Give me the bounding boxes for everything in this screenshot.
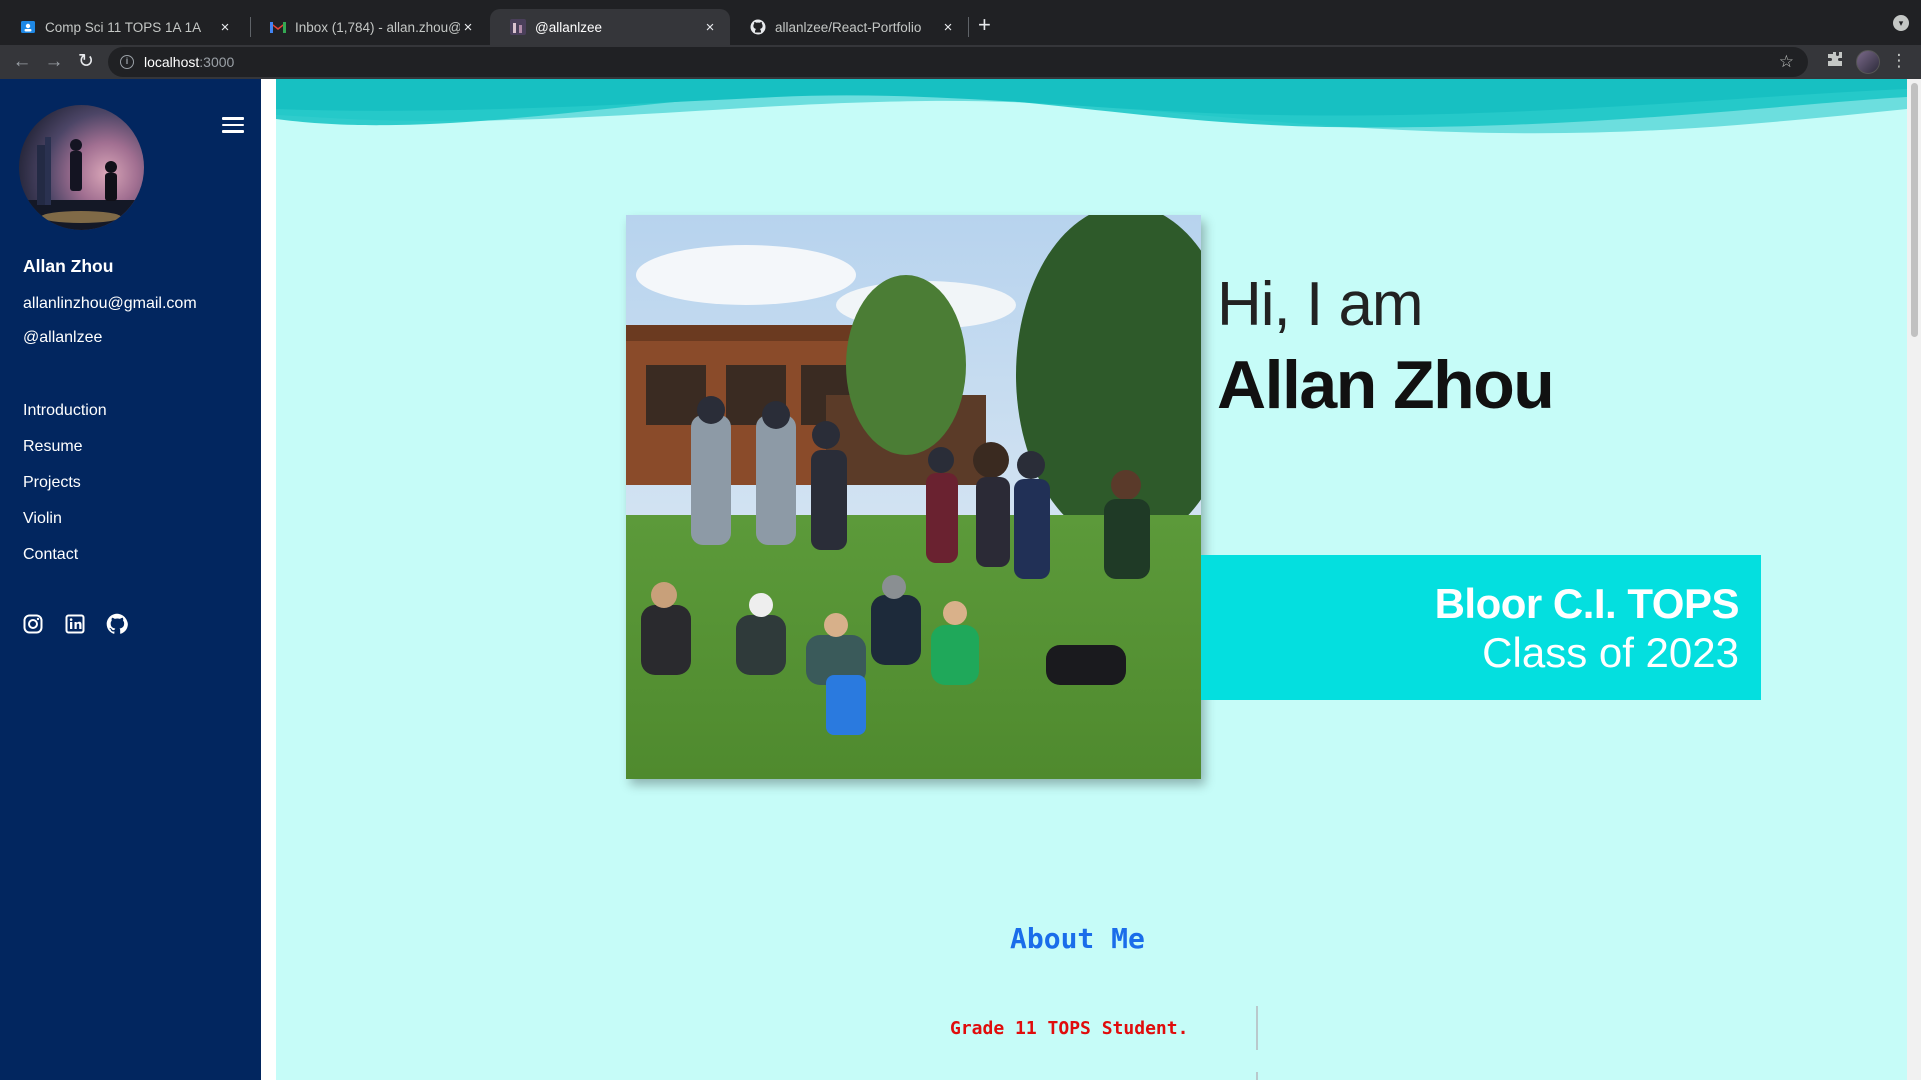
sidebar-gutter	[261, 79, 276, 1080]
tab-classroom[interactable]: Comp Sci 11 TOPS 1A 1A ×	[0, 9, 245, 45]
hero-group-photo	[626, 215, 1201, 779]
sidebar-nav: Introduction Resume Projects Violin Cont…	[23, 401, 107, 581]
profile-email[interactable]: allanlinzhou@gmail.com	[23, 295, 197, 313]
tab-title: @allanlzee	[535, 19, 602, 35]
reload-icon[interactable]: ↻	[74, 50, 98, 74]
profile-handle[interactable]: @allanlzee	[23, 329, 102, 347]
page-scrollbar[interactable]	[1907, 79, 1921, 1080]
browser-tab-strip: Comp Sci 11 TOPS 1A 1A × Inbox (1,784) -…	[0, 0, 1921, 45]
class-year: Class of 2023	[1482, 629, 1739, 676]
tab-title: allanlzee/React-Portfolio	[775, 19, 922, 35]
gmail-icon	[270, 19, 286, 35]
profile-name: Allan Zhou	[23, 256, 114, 276]
tab-search-icon[interactable]: ▾	[1893, 15, 1909, 31]
bookmark-star-icon[interactable]: ☆	[1779, 52, 1794, 72]
menu-kebab-icon[interactable]: ⋮	[1888, 51, 1910, 71]
school-banner: Bloor C.I. TOPS Class of 2023	[1201, 555, 1761, 700]
profile-avatar[interactable]	[1856, 50, 1880, 74]
instagram-icon[interactable]	[22, 613, 44, 635]
classroom-icon	[20, 19, 36, 35]
sidebar-item-projects[interactable]: Projects	[23, 473, 107, 509]
new-tab-button[interactable]: +	[978, 13, 991, 37]
timeline-divider	[1256, 1006, 1258, 1050]
school-name: Bloor C.I. TOPS	[1434, 580, 1740, 627]
wave-header	[276, 79, 1907, 134]
close-icon[interactable]: ×	[940, 19, 956, 36]
about-me-heading: About Me	[1010, 922, 1145, 955]
close-icon[interactable]: ×	[460, 19, 476, 36]
github-icon[interactable]	[106, 613, 128, 635]
sidebar-item-violin[interactable]: Violin	[23, 509, 107, 545]
about-me-line: Grade 11 TOPS Student.	[950, 1018, 1189, 1039]
tab-title: Inbox (1,784) - allan.zhou@stu	[295, 19, 460, 35]
hamburger-menu-icon[interactable]	[222, 117, 244, 133]
scrollbar-thumb[interactable]	[1911, 83, 1918, 337]
url-port: :3000	[199, 54, 235, 70]
portfolio-icon	[510, 19, 526, 35]
tab-gmail[interactable]: Inbox (1,784) - allan.zhou@stu ×	[250, 9, 488, 45]
close-icon[interactable]: ×	[217, 19, 233, 36]
linkedin-icon[interactable]	[64, 613, 86, 635]
address-bar[interactable]: i localhost:3000 ☆	[108, 47, 1808, 77]
tab-github[interactable]: allanlzee/React-Portfolio ×	[730, 9, 968, 45]
sidebar-item-contact[interactable]: Contact	[23, 545, 107, 581]
close-icon[interactable]: ×	[702, 19, 718, 36]
social-links	[22, 613, 128, 635]
back-icon[interactable]: ←	[10, 50, 34, 74]
site-info-icon[interactable]: i	[120, 55, 134, 69]
sidebar-item-introduction[interactable]: Introduction	[23, 401, 107, 437]
github-icon	[750, 19, 766, 35]
page-viewport: Allan Zhou allanlinzhou@gmail.com @allan…	[0, 79, 1921, 1080]
timeline-divider	[1256, 1072, 1258, 1080]
hero-greeting: Hi, I am	[1217, 270, 1424, 339]
url-host: localhost	[144, 54, 200, 70]
extensions-icon[interactable]	[1824, 51, 1846, 72]
tab-title: Comp Sci 11 TOPS 1A 1A	[45, 19, 202, 35]
avatar	[19, 105, 144, 230]
hero-name: Allan Zhou	[1217, 347, 1555, 423]
sidebar-item-resume[interactable]: Resume	[23, 437, 107, 473]
tab-portfolio[interactable]: @allanlzee ×	[490, 9, 730, 45]
browser-toolbar: ← → ↻ i localhost:3000 ☆ ⋮	[0, 45, 1921, 79]
sidebar: Allan Zhou allanlinzhou@gmail.com @allan…	[0, 79, 261, 1080]
tab-divider	[968, 17, 969, 37]
forward-icon[interactable]: →	[42, 50, 66, 74]
